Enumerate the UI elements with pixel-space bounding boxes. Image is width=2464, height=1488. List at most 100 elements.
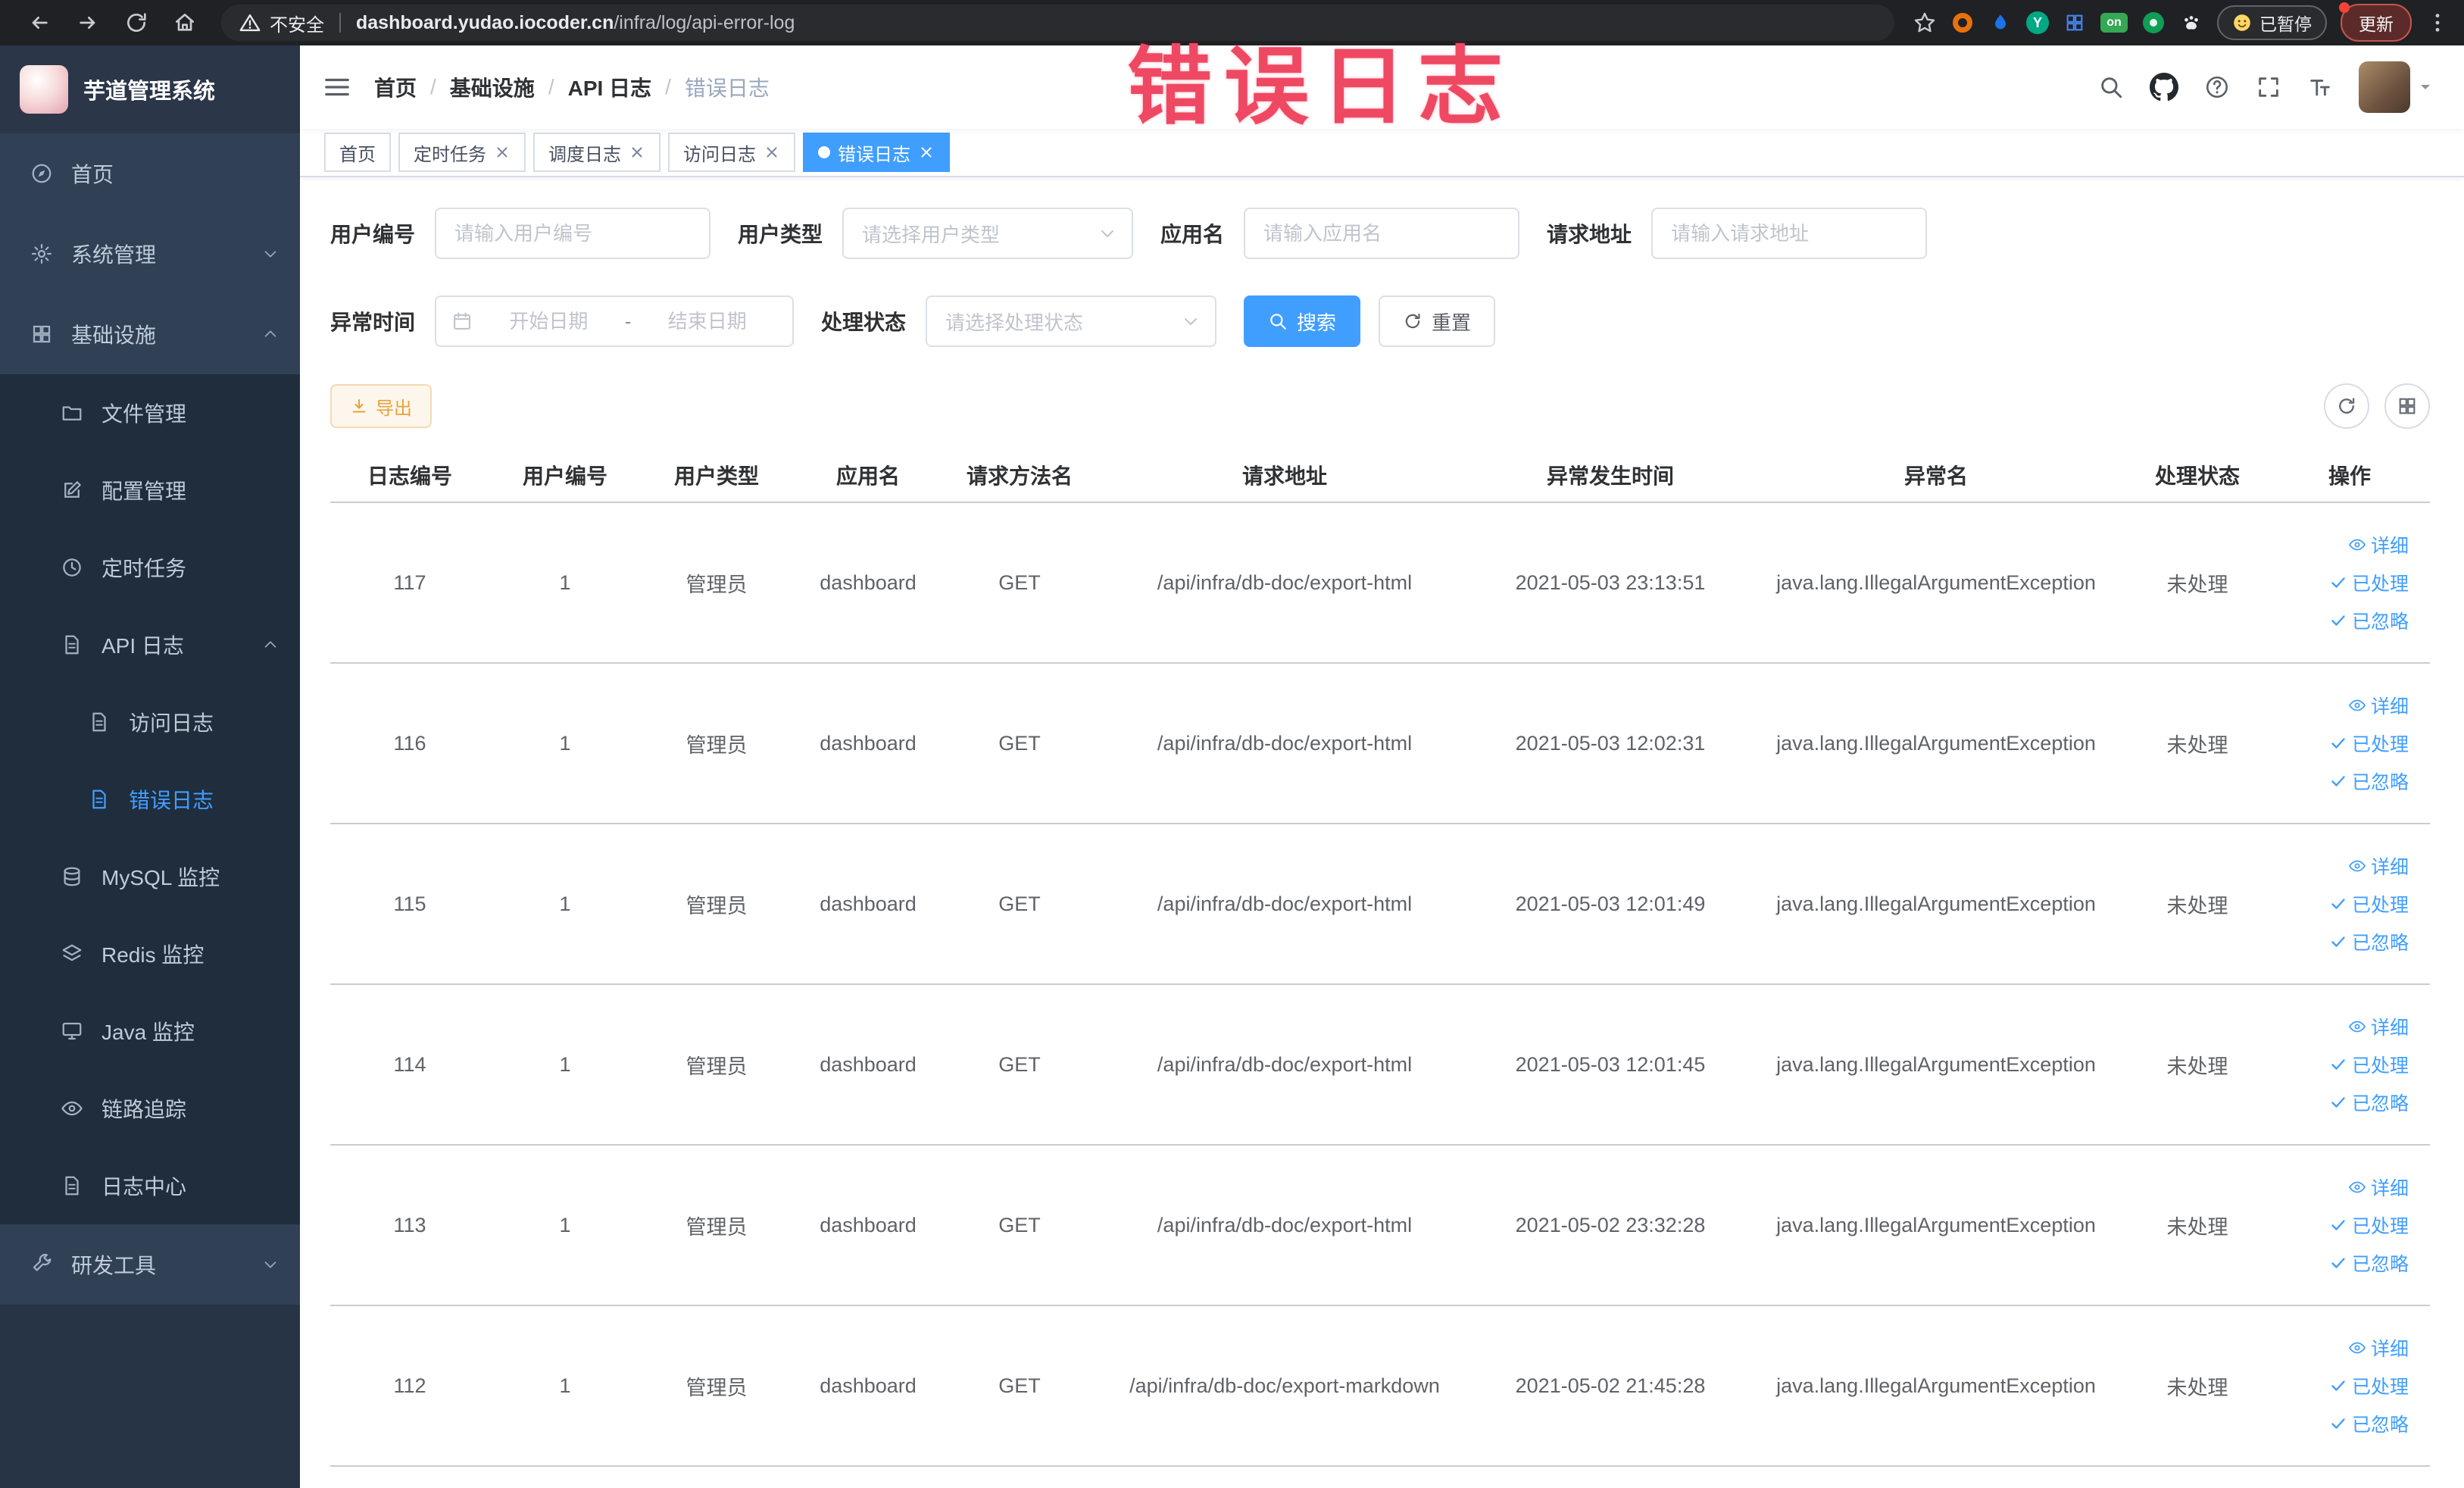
cell-log-id: 112 xyxy=(393,1374,426,1397)
breadcrumb-api-logs[interactable]: API 日志 xyxy=(568,72,651,102)
sidebar-item-home[interactable]: 首页 xyxy=(0,133,300,214)
search-icon[interactable] xyxy=(2098,74,2124,100)
mark-processed-link[interactable]: 已处理 xyxy=(2329,730,2409,757)
sidebar-item-redis-monitor[interactable]: Redis 监控 xyxy=(0,915,300,993)
extension-icon-1[interactable] xyxy=(1950,11,1975,35)
back-icon[interactable] xyxy=(27,11,52,35)
tab-label: 调度日志 xyxy=(548,144,621,165)
close-icon[interactable] xyxy=(764,144,780,161)
mark-ignored-link[interactable]: 已忽略 xyxy=(2329,1410,2409,1437)
sidebar-item-mysql-monitor[interactable]: MySQL 监控 xyxy=(0,838,300,915)
user-avatar-dropdown[interactable] xyxy=(2359,61,2434,113)
omnibox-divider xyxy=(339,13,341,33)
mark-processed-link[interactable]: 已处理 xyxy=(2329,1211,2409,1239)
tab-home[interactable]: 首页 xyxy=(324,133,391,172)
reload-icon[interactable] xyxy=(124,11,148,35)
breadcrumb-home[interactable]: 首页 xyxy=(374,72,417,102)
sidebar-item-api-logs[interactable]: API 日志 xyxy=(0,606,300,683)
security-chip[interactable]: 不安全 xyxy=(239,10,324,36)
infrastructure-submenu: 文件管理 配置管理 定时任务 API 日志 访问日志 错误日志 MySQL 监控… xyxy=(0,374,300,1224)
fullscreen-icon[interactable] xyxy=(2256,74,2281,100)
export-button[interactable]: 导出 xyxy=(330,384,432,428)
filter-request-url: 请求地址 xyxy=(1547,208,1928,259)
sidebar-item-system-management[interactable]: 系统管理 xyxy=(0,214,300,294)
reset-button[interactable]: 重置 xyxy=(1379,295,1496,347)
tab-dispatch-logs[interactable]: 调度日志 xyxy=(533,133,661,172)
sidebar-item-scheduled-tasks[interactable]: 定时任务 xyxy=(0,529,300,606)
avatar xyxy=(2359,61,2410,113)
sidebar-logo[interactable]: 芋道管理系统 xyxy=(0,45,300,133)
mark-ignored-link[interactable]: 已忽略 xyxy=(2329,1089,2409,1116)
sidebar-item-access-logs[interactable]: 访问日志 xyxy=(0,683,300,761)
sidebar-item-infrastructure[interactable]: 基础设施 xyxy=(0,294,300,374)
column-settings-button[interactable] xyxy=(2384,383,2430,429)
top-navbar: 首页 / 基础设施 / API 日志 / 错误日志 xyxy=(300,45,2464,129)
close-icon[interactable] xyxy=(494,144,511,161)
detail-link[interactable]: 详细 xyxy=(2348,1334,2409,1361)
app-name-input[interactable] xyxy=(1244,208,1520,259)
mark-ignored-link[interactable]: 已忽略 xyxy=(2329,607,2409,634)
sidebar-item-error-logs[interactable]: 错误日志 xyxy=(0,761,300,838)
detail-link[interactable]: 详细 xyxy=(2348,1174,2409,1201)
mark-processed-link[interactable]: 已处理 xyxy=(2329,890,2409,917)
extension-icon-4[interactable] xyxy=(2063,11,2087,35)
check-icon xyxy=(2329,1055,2347,1074)
sidebar-item-java-monitor[interactable]: Java 监控 xyxy=(0,993,300,1070)
breadcrumb-separator: / xyxy=(548,75,554,98)
breadcrumb-infrastructure[interactable]: 基础设施 xyxy=(450,72,535,102)
mark-processed-link[interactable]: 已处理 xyxy=(2329,1051,2409,1078)
paused-badge[interactable]: 已暂停 xyxy=(2217,5,2327,40)
cell-url: /api/infra/db-doc/export-markdown xyxy=(1129,1374,1440,1397)
end-date-input[interactable] xyxy=(637,309,778,333)
close-icon[interactable] xyxy=(629,144,645,161)
update-button-label: 更新 xyxy=(2359,14,2394,34)
extension-icon-5[interactable]: on xyxy=(2100,13,2128,33)
detail-link[interactable]: 详细 xyxy=(2348,1013,2409,1040)
sidebar-item-config-management[interactable]: 配置管理 xyxy=(0,452,300,529)
github-icon[interactable] xyxy=(2150,73,2178,102)
detail-link[interactable]: 详细 xyxy=(2348,852,2409,880)
cell-exception: java.lang.IllegalArgumentException xyxy=(1776,571,2096,594)
font-size-icon[interactable] xyxy=(2307,74,2333,100)
update-button[interactable]: 更新 xyxy=(2339,2,2412,42)
browser-menu-icon[interactable] xyxy=(2425,11,2450,35)
sidebar-item-link-tracing[interactable]: 链路追踪 xyxy=(0,1070,300,1147)
browser-home-icon[interactable] xyxy=(173,11,197,35)
chevron-down-icon xyxy=(1182,312,1200,330)
tab-error-logs[interactable]: 错误日志 xyxy=(803,133,950,172)
sidebar-item-log-center[interactable]: 日志中心 xyxy=(0,1147,300,1224)
bookmark-star-icon[interactable] xyxy=(1913,11,1937,35)
close-icon[interactable] xyxy=(918,144,935,161)
refresh-table-button[interactable] xyxy=(2324,383,2369,429)
extension-icon-3[interactable]: Y xyxy=(2026,11,2049,34)
detail-link[interactable]: 详细 xyxy=(2348,531,2409,558)
request-url-input[interactable] xyxy=(1651,208,1928,259)
address-bar[interactable]: 不安全 dashboard.yudao.iocoder.cn/infra/log… xyxy=(221,5,1894,41)
monitor-icon xyxy=(61,1020,83,1043)
sidebar-item-file-management[interactable]: 文件管理 xyxy=(0,374,300,452)
exception-time-range-picker[interactable]: - xyxy=(435,295,795,347)
search-button[interactable]: 搜索 xyxy=(1244,295,1361,347)
tab-scheduled-tasks[interactable]: 定时任务 xyxy=(398,133,526,172)
mark-ignored-link[interactable]: 已忽略 xyxy=(2329,928,2409,955)
forward-icon[interactable] xyxy=(76,11,100,35)
mark-processed-link[interactable]: 已处理 xyxy=(2329,1372,2409,1399)
hamburger-icon[interactable] xyxy=(323,73,351,102)
start-date-input[interactable] xyxy=(479,309,619,333)
mark-ignored-link[interactable]: 已忽略 xyxy=(2329,767,2409,795)
table-toolbar: 导出 xyxy=(330,383,2430,429)
detail-link[interactable]: 详细 xyxy=(2348,692,2409,719)
mark-processed-link[interactable]: 已处理 xyxy=(2329,569,2409,596)
cell-user-type: 管理员 xyxy=(685,1055,748,1078)
process-status-select[interactable]: 请选择处理状态 xyxy=(926,295,1217,347)
user-type-select[interactable]: 请选择用户类型 xyxy=(842,208,1134,259)
extension-icon-7[interactable] xyxy=(2179,11,2203,35)
sidebar-item-dev-tools[interactable]: 研发工具 xyxy=(0,1224,300,1305)
tab-access-logs[interactable]: 访问日志 xyxy=(668,133,795,172)
extension-icon-2[interactable] xyxy=(1988,11,2013,35)
user-id-input[interactable] xyxy=(435,208,711,259)
browser-toolbar: 不安全 dashboard.yudao.iocoder.cn/infra/log… xyxy=(0,0,2464,45)
help-icon[interactable] xyxy=(2204,74,2230,100)
extension-icon-6[interactable] xyxy=(2141,11,2166,35)
mark-ignored-link[interactable]: 已忽略 xyxy=(2329,1249,2409,1277)
